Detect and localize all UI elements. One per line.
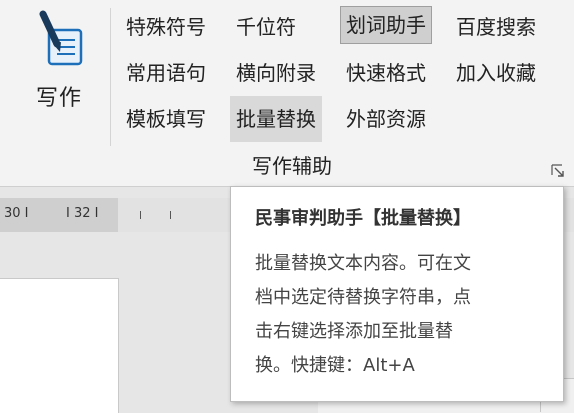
- tooltip-line: 换。快捷键：Alt+A: [255, 355, 415, 376]
- ruler-tick: [170, 211, 171, 219]
- quick-format-button[interactable]: 快速格式: [340, 54, 432, 92]
- ruler-label-32: I 32 I: [66, 206, 99, 221]
- batch-replace-button[interactable]: 批量替换: [230, 96, 322, 142]
- template-fill-button[interactable]: 模板填写: [120, 100, 212, 138]
- ruler-tick: [140, 211, 141, 219]
- group-separator: [110, 8, 111, 146]
- baidu-search-button[interactable]: 百度搜索: [450, 8, 542, 46]
- group-label: 写作辅助: [252, 154, 332, 178]
- writing-button-label: 写作: [35, 86, 82, 111]
- writing-button[interactable]: 写作: [14, 6, 104, 118]
- special-symbols-button[interactable]: 特殊符号: [120, 8, 212, 46]
- tooltip-line: 档中选定待替换字符串，点: [255, 287, 471, 308]
- tooltip-line: 击右键选择添加至批量替: [255, 321, 453, 342]
- pen-document-icon: [39, 10, 83, 66]
- common-phrases-button[interactable]: 常用语句: [120, 54, 212, 92]
- tooltip-body: 批量替换文本内容。可在文 档中选定待替换字符串，点 击右键选择添加至批量替 换。…: [255, 247, 543, 383]
- thousands-separator-button[interactable]: 千位符: [230, 8, 302, 46]
- batch-replace-tooltip: 民事审判助手【批量替换】 批量替换文本内容。可在文 档中选定待替换字符串，点 击…: [230, 186, 564, 402]
- horizontal-appendix-button[interactable]: 横向附录: [230, 54, 322, 92]
- dialog-launcher-icon[interactable]: [550, 163, 566, 179]
- tooltip-line: 批量替换文本内容。可在文: [255, 253, 471, 274]
- add-favorites-button[interactable]: 加入收藏: [450, 54, 542, 92]
- ruler-label-30: 30 I: [4, 206, 29, 221]
- external-resources-button[interactable]: 外部资源: [340, 100, 432, 138]
- tooltip-title: 民事审判助手【批量替换】: [255, 208, 471, 229]
- writing-assist-ribbon-group: 写作 特殊符号 千位符 划词助手 百度搜索 常用语句 横向附录 快速格式 加入收…: [0, 0, 574, 187]
- document-page[interactable]: [0, 278, 119, 413]
- word-select-assistant-button[interactable]: 划词助手: [340, 6, 432, 44]
